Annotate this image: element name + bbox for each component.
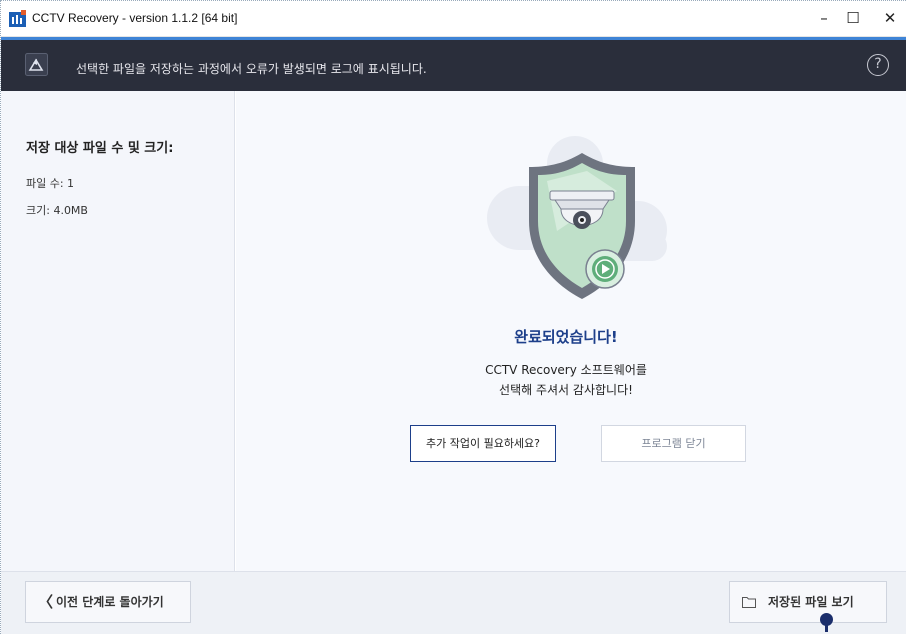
- help-icon[interactable]: ?: [867, 54, 889, 76]
- folder-icon: [742, 597, 756, 608]
- thanks-line-2: 선택해 주셔서 감사합니다!: [499, 383, 633, 397]
- maximize-button[interactable]: ☐: [838, 5, 868, 31]
- window-title: CCTV Recovery - version 1.1.2 [64 bit]: [32, 11, 238, 25]
- back-button[interactable]: 〈 이전 단계로 돌아가기: [25, 581, 191, 623]
- view-saved-files-label: 저장된 파일 보기: [768, 595, 854, 609]
- thanks-line-1: CCTV Recovery 소프트웨어를: [485, 363, 647, 377]
- save-log-icon: [25, 53, 48, 76]
- title-bar: CCTV Recovery - version 1.1.2 [64 bit] –…: [1, 1, 906, 37]
- close-window-button[interactable]: ✕: [875, 5, 905, 31]
- app-window: CCTV Recovery - version 1.1.2 [64 bit] –…: [0, 0, 906, 634]
- sidebar-heading: 저장 대상 파일 수 및 크기:: [26, 141, 174, 156]
- sidebar: [1, 91, 235, 571]
- chevron-left-icon: 〈: [38, 593, 54, 611]
- completed-title: 완료되었습니다!: [514, 328, 618, 346]
- banner-text: 선택한 파일을 저장하는 과정에서 오류가 발생되면 로그에 표시됩니다.: [76, 62, 427, 76]
- shield-camera-icon: [487, 136, 667, 299]
- back-button-label: 이전 단계로 돌아가기: [56, 595, 164, 609]
- view-saved-files-button[interactable]: 저장된 파일 보기: [729, 581, 887, 623]
- close-program-button[interactable]: 프로그램 닫기: [601, 425, 746, 462]
- file-size-text: 크기: 4.0MB: [26, 204, 88, 217]
- need-more-work-button[interactable]: 추가 작업이 필요하세요?: [410, 425, 556, 462]
- minimize-button[interactable]: –: [809, 5, 839, 31]
- app-icon: [9, 10, 26, 27]
- banner-accent-line: [1, 37, 906, 40]
- file-count-text: 파일 수: 1: [26, 177, 75, 190]
- mouse-cursor-tail: [825, 625, 828, 632]
